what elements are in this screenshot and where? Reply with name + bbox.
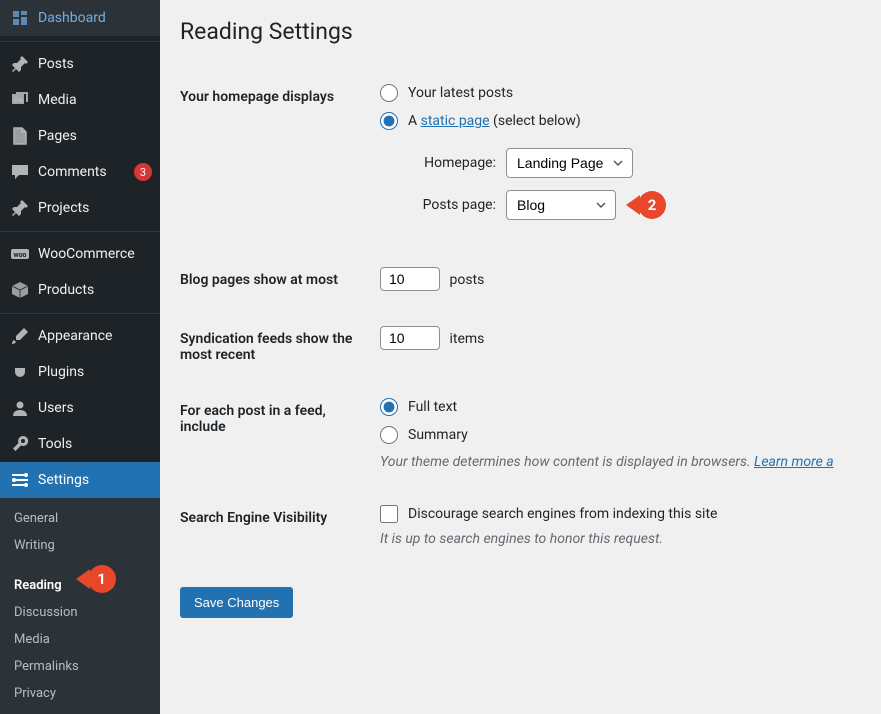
blog-pages-unit: posts xyxy=(449,272,484,288)
sidebar-item-label: Pages xyxy=(38,128,152,144)
feed-include-label: For each post in a feed, include xyxy=(180,383,380,490)
sidebar-item-settings[interactable]: Settings xyxy=(0,462,160,498)
summary-label: Summary xyxy=(408,427,468,443)
syndication-count-input[interactable] xyxy=(380,326,440,350)
sidebar-item-label: Plugins xyxy=(38,364,152,380)
homepage-select[interactable]: Landing Page xyxy=(506,148,633,178)
callout-marker-2: 2 xyxy=(626,191,666,219)
sidebar-item-label: Appearance xyxy=(38,328,152,344)
homepage-displays-label: Your homepage displays xyxy=(180,69,380,252)
sidebar-item-label: Dashboard xyxy=(38,10,152,26)
sidebar-item-label: Projects xyxy=(38,200,152,216)
tool-icon xyxy=(10,434,30,454)
static-page-link[interactable]: static page xyxy=(421,113,490,129)
static-page-radio[interactable] xyxy=(380,112,398,130)
save-changes-button[interactable]: Save Changes xyxy=(180,587,293,618)
sidebar-item-label: Comments xyxy=(38,164,126,180)
sidebar-item-media[interactable]: Media xyxy=(0,82,160,118)
sidebar-item-label: Tools xyxy=(38,436,152,452)
homepage-select-label: Homepage: xyxy=(408,155,496,171)
blog-pages-label: Blog pages show at most xyxy=(180,252,380,311)
sidebar-item-comments[interactable]: Comments 3 xyxy=(0,154,160,190)
sidebar-item-pages[interactable]: Pages xyxy=(0,118,160,154)
callout-marker-1: 1 xyxy=(76,565,116,593)
sidebar-item-label: Settings xyxy=(38,472,152,488)
sidebar-item-users[interactable]: Users xyxy=(0,390,160,426)
posts-page-select[interactable]: Blog xyxy=(506,190,616,220)
latest-posts-radio[interactable] xyxy=(380,84,398,102)
learn-more-link[interactable]: Learn more a xyxy=(754,454,834,470)
submenu-item-reading[interactable]: Reading1 xyxy=(0,559,160,599)
sidebar-item-projects[interactable]: Projects xyxy=(0,190,160,226)
full-text-label: Full text xyxy=(408,399,457,415)
submenu-item-general[interactable]: General xyxy=(0,505,160,532)
admin-sidebar: Dashboard Posts Media Pages Comments 3 Project… xyxy=(0,0,160,714)
sidebar-item-plugins[interactable]: Plugins xyxy=(0,354,160,390)
settings-submenu: GeneralWritingReading1DiscussionMediaPer… xyxy=(0,498,160,714)
pin-icon xyxy=(10,198,30,218)
dashboard-icon xyxy=(10,8,30,28)
content-area: Reading Settings Your homepage displays … xyxy=(160,0,881,714)
sidebar-item-dashboard[interactable]: Dashboard xyxy=(0,0,160,36)
user-icon xyxy=(10,398,30,418)
settings-icon xyxy=(10,470,30,490)
submenu-item-discussion[interactable]: Discussion xyxy=(0,599,160,626)
pin-icon xyxy=(10,54,30,74)
sidebar-item-label: WooCommerce xyxy=(38,246,152,262)
full-text-radio[interactable] xyxy=(380,398,398,416)
posts-page-select-label: Posts page: xyxy=(408,197,496,213)
brush-icon xyxy=(10,326,30,346)
sidebar-item-products[interactable]: Products xyxy=(0,272,160,308)
woo-icon: woo xyxy=(10,244,30,264)
sidebar-item-posts[interactable]: Posts xyxy=(0,46,160,82)
page-icon xyxy=(10,126,30,146)
media-icon xyxy=(10,90,30,110)
svg-text:woo: woo xyxy=(13,251,26,259)
sidebar-item-label: Products xyxy=(38,282,152,298)
syndication-label: Syndication feeds show the most recent xyxy=(180,311,380,383)
submenu-item-media[interactable]: Media xyxy=(0,626,160,653)
feed-description: Your theme determines how content is dis… xyxy=(380,454,851,470)
sidebar-item-appearance[interactable]: Appearance xyxy=(0,318,160,354)
submenu-item-permalinks[interactable]: Permalinks xyxy=(0,653,160,680)
submenu-item-writing[interactable]: Writing xyxy=(0,532,160,559)
sidebar-item-label: Media xyxy=(38,92,152,108)
latest-posts-label: Your latest posts xyxy=(408,85,513,101)
sidebar-item-label: Posts xyxy=(38,56,152,72)
discourage-checkbox[interactable] xyxy=(380,505,398,523)
sev-label: Search Engine Visibility xyxy=(180,490,380,567)
syndication-unit: items xyxy=(449,331,484,347)
comment-icon xyxy=(10,162,30,182)
static-page-label: A static page (select below) xyxy=(408,113,581,129)
blog-pages-count-input[interactable] xyxy=(380,267,440,291)
sev-description: It is up to search engines to honor this… xyxy=(380,531,851,547)
product-icon xyxy=(10,280,30,300)
comments-badge: 3 xyxy=(134,163,152,181)
page-title: Reading Settings xyxy=(180,18,861,45)
discourage-label: Discourage search engines from indexing … xyxy=(408,506,717,522)
sidebar-item-woocommerce[interactable]: woo WooCommerce xyxy=(0,236,160,272)
summary-radio[interactable] xyxy=(380,426,398,444)
sidebar-item-label: Users xyxy=(38,400,152,416)
plugin-icon xyxy=(10,362,30,382)
sidebar-item-tools[interactable]: Tools xyxy=(0,426,160,462)
